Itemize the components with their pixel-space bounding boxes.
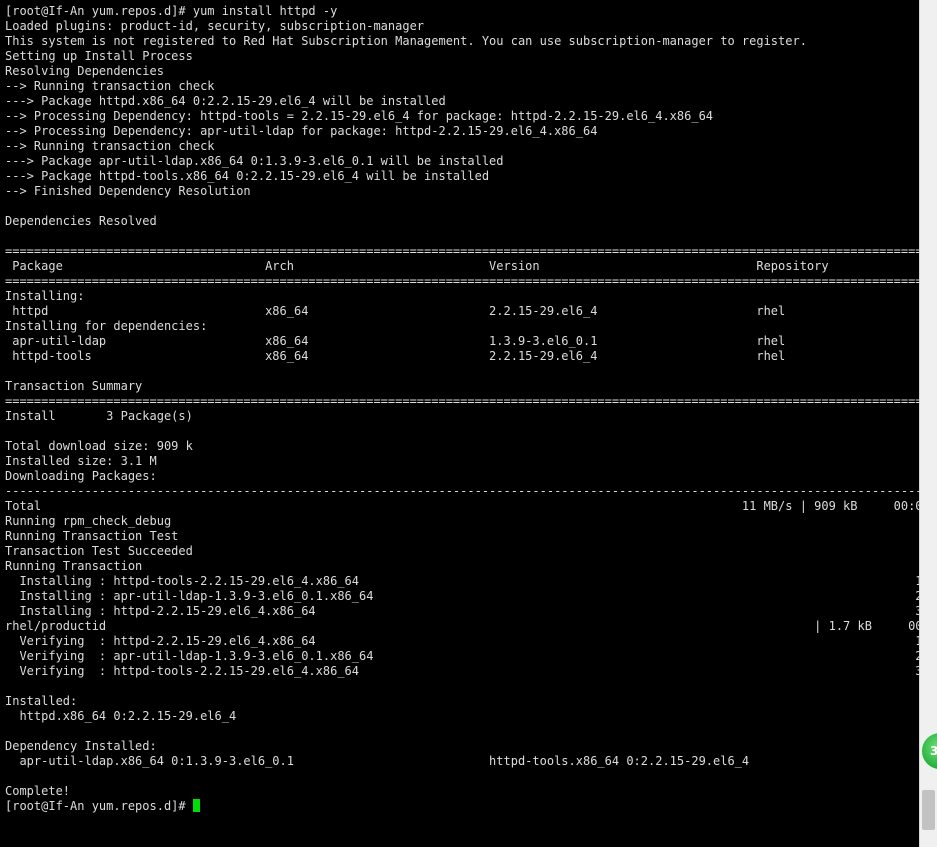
terminal-line: Installed size: 3.1 M — [5, 454, 157, 468]
vertical-scrollbar[interactable] — [919, 0, 937, 847]
terminal-line: Verifying : httpd-2.2.15-29.el6_4.x86_64… — [5, 634, 919, 648]
table-header: Package Arch Version Repository Size — [5, 259, 919, 273]
text-cursor — [192, 799, 200, 812]
terminal-line: Transaction Test Succeeded — [5, 544, 193, 558]
terminal-line: Installing : httpd-tools-2.2.15-29.el6_4… — [5, 574, 919, 588]
terminal-line: [root@If-An yum.repos.d]# yum install ht… — [5, 4, 338, 18]
terminal-line: Complete! — [5, 784, 71, 798]
terminal-line: Running rpm_check_debug — [5, 514, 172, 528]
terminal-line: Installing : apr-util-ldap-1.3.9-3.el6_0… — [5, 589, 919, 603]
command-prompt-line[interactable]: [root@If-An yum.repos.d]# — [5, 799, 919, 814]
terminal-line: Total download size: 909 k — [5, 439, 193, 453]
terminal-line: Install 3 Package(s) — [5, 409, 193, 423]
terminal-line: This system is not registered to Red Hat… — [5, 34, 807, 48]
terminal-window[interactable]: [root@If-An yum.repos.d]# yum install ht… — [0, 0, 919, 847]
terminal-line: Verifying : httpd-tools-2.2.15-29.el6_4.… — [5, 664, 919, 678]
terminal-line: Loaded plugins: product-id, security, su… — [5, 19, 425, 33]
table-separator: ========================================… — [5, 274, 919, 288]
terminal-line: --> Finished Dependency Resolution — [5, 184, 251, 198]
terminal-line: Installing : httpd-2.2.15-29.el6_4.x86_6… — [5, 604, 919, 618]
terminal-line: httpd.x86_64 0:2.2.15-29.el6_4 — [5, 709, 237, 723]
terminal-line: --> Running transaction check — [5, 139, 215, 153]
terminal-line: Installing for dependencies: — [5, 319, 208, 333]
terminal-output: [root@If-An yum.repos.d]# yum install ht… — [5, 4, 919, 814]
table-separator: ========================================… — [5, 244, 919, 258]
terminal-line: Resolving Dependencies — [5, 64, 164, 78]
terminal-line: Transaction Summary — [5, 379, 143, 393]
table-separator: ========================================… — [5, 394, 919, 408]
terminal-line: ---> Package apr-util-ldap.x86_64 0:1.3.… — [5, 154, 504, 168]
terminal-line: Installed: — [5, 694, 78, 708]
terminal-line: Dependencies Resolved — [5, 214, 157, 228]
terminal-line: rhel/productid | 1.7 kB 00:00 ... — [5, 619, 919, 633]
terminal-line: Setting up Install Process — [5, 49, 193, 63]
terminal-line: Dependency Installed: — [5, 739, 157, 753]
terminal-line: Installing: — [5, 289, 85, 303]
terminal-line: Running Transaction Test — [5, 529, 179, 543]
terminal-line: apr-util-ldap.x86_64 0:1.3.9-3.el6_0.1 h… — [5, 754, 750, 768]
terminal-line: Verifying : apr-util-ldap-1.3.9-3.el6_0.… — [5, 649, 919, 663]
table-row: httpd x86_64 2.2.15-29.el6_4 rhel 821 k — [5, 304, 919, 318]
table-row: apr-util-ldap x86_64 1.3.9-3.el6_0.1 rhe… — [5, 334, 919, 348]
terminal-line: Running Transaction — [5, 559, 143, 573]
terminal-line: --> Processing Dependency: httpd-tools =… — [5, 109, 714, 123]
terminal-line: ----------------------------------------… — [5, 484, 919, 498]
terminal-line: ---> Package httpd.x86_64 0:2.2.15-29.el… — [5, 94, 446, 108]
terminal-line: --> Running transaction check — [5, 79, 215, 93]
terminal-line: Downloading Packages: — [5, 469, 157, 483]
table-row: httpd-tools x86_64 2.2.15-29.el6_4 rhel … — [5, 349, 919, 363]
command-prompt: [root@If-An yum.repos.d]# — [5, 799, 193, 813]
terminal-line: ---> Package httpd-tools.x86_64 0:2.2.15… — [5, 169, 490, 183]
terminal-line: Total 11 MB/s | 909 kB 00:00 — [5, 499, 919, 513]
badge-text: 30 — [930, 744, 937, 758]
scrollbar-thumb[interactable] — [922, 790, 935, 830]
terminal-line: --> Processing Dependency: apr-util-ldap… — [5, 124, 598, 138]
